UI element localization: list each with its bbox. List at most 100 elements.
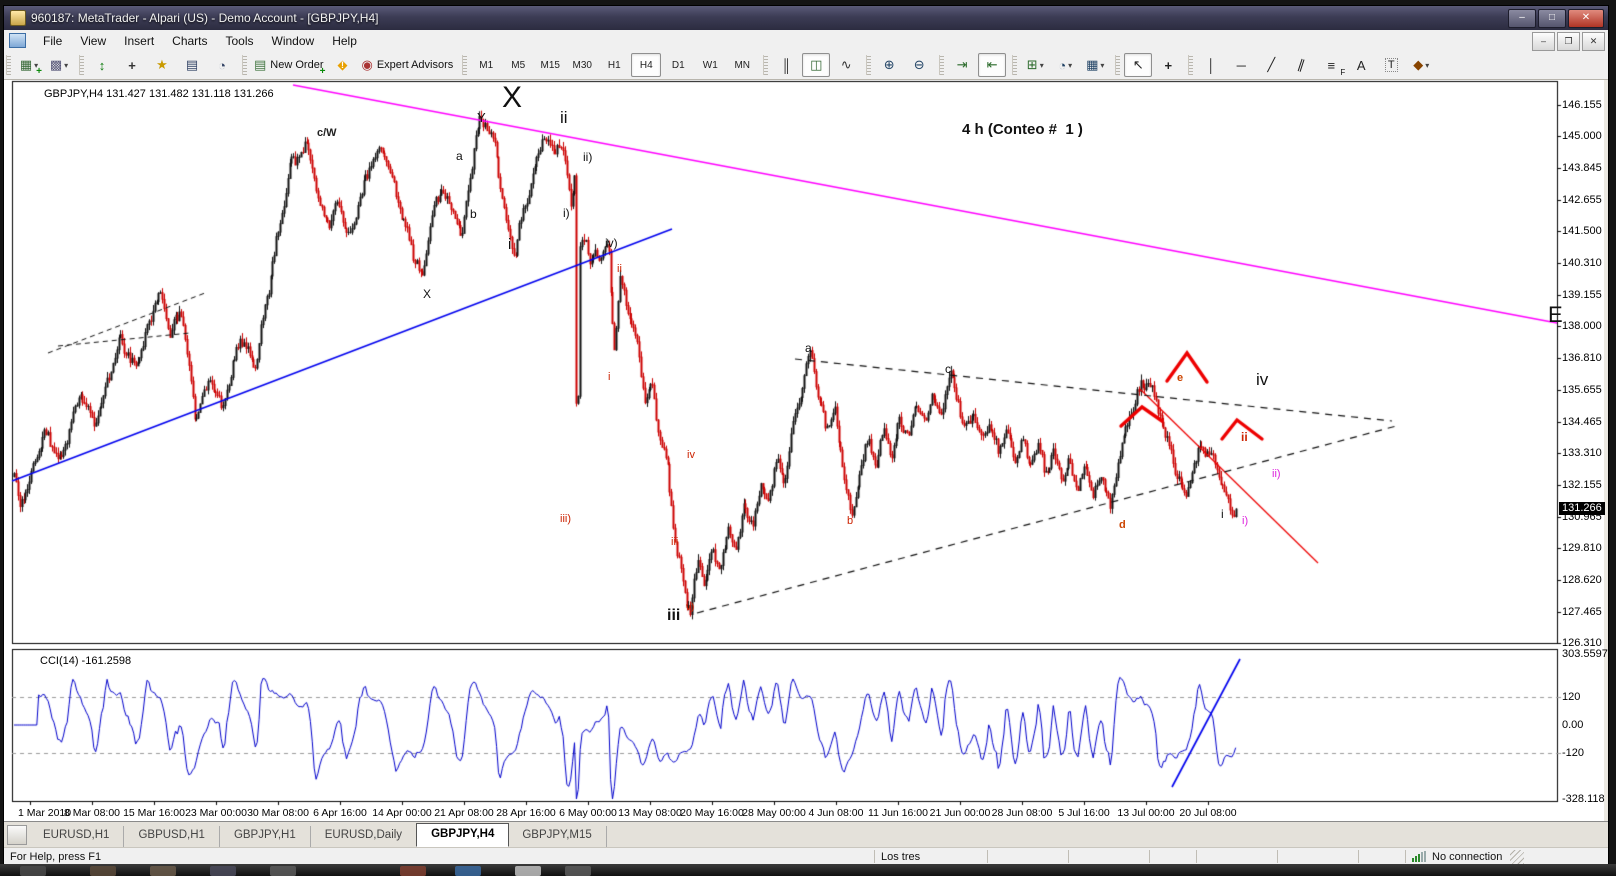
time-axis-label: 5 Jul 16:00 <box>1058 807 1110 819</box>
menu-item-file[interactable]: File <box>34 32 71 50</box>
close-button[interactable]: ✕ <box>1568 9 1604 28</box>
arrow-tools-button[interactable]: ◆ ▾ <box>1407 53 1435 77</box>
timeframe-m1-button[interactable]: M1 <box>471 53 501 77</box>
toolbar-group-grip[interactable] <box>1188 55 1194 75</box>
periods-button[interactable]: ◔ ▾ <box>1051 53 1079 77</box>
taskbar-item[interactable] <box>515 866 541 876</box>
menu-item-view[interactable]: View <box>71 32 115 50</box>
equidistant-channel-button[interactable]: ∥ <box>1287 53 1315 77</box>
horizontal-line-button[interactable]: ─ <box>1227 53 1255 77</box>
child-restore-button[interactable]: ❐ <box>1557 32 1580 51</box>
new-chart-button[interactable]: ▦ + ▾ <box>15 53 43 77</box>
price-chart-canvas[interactable] <box>4 80 1604 821</box>
toolbar-group-grip[interactable] <box>939 55 945 75</box>
menu-item-insert[interactable]: Insert <box>115 32 163 50</box>
vertical-line-button[interactable]: │ <box>1197 53 1225 77</box>
market-watch-button[interactable]: ↕ <box>88 53 116 77</box>
child-minimize-button[interactable]: – <box>1532 32 1555 51</box>
timeframe-h1-button[interactable]: H1 <box>599 53 629 77</box>
toolbar-group-grip[interactable] <box>763 55 769 75</box>
taskbar-item[interactable] <box>565 866 591 876</box>
plus-badge-icon: + <box>36 66 42 77</box>
line-chart-button[interactable]: ∿ <box>832 53 860 77</box>
expert-advisors-button[interactable]: ◉ Expert Advisors <box>358 53 456 77</box>
wave-label: i <box>608 371 611 383</box>
strategy-tester-button[interactable]: ◔ <box>208 53 236 77</box>
toolbar-group-grip[interactable] <box>866 55 872 75</box>
navigator-button[interactable]: ★ <box>148 53 176 77</box>
tab-gbpjpyh4[interactable]: GBPJPY,H4 <box>416 823 510 847</box>
timeframe-d1-button[interactable]: D1 <box>663 53 693 77</box>
expert-advisors-icon: ◉ <box>361 57 373 72</box>
candlestick-chart-button[interactable]: ◫ <box>802 53 831 77</box>
cursor-button[interactable]: ↖ <box>1124 53 1153 77</box>
status-help-text: For Help, press F1 <box>10 850 102 863</box>
resize-grip[interactable] <box>1510 849 1525 864</box>
toolbar-group-grip[interactable] <box>462 55 468 75</box>
tab-gbpjpym15[interactable]: GBPJPY,M15 <box>508 826 607 847</box>
toolbar-group-grip[interactable] <box>1115 55 1121 75</box>
channel-icon: ∥ <box>1295 56 1307 73</box>
timeframe-m30-button[interactable]: M30 <box>567 53 597 77</box>
price-axis-label: 145.000 <box>1562 130 1602 143</box>
exclamation-badge-icon: ! <box>340 60 344 70</box>
timeframe-m15-button[interactable]: M15 <box>535 53 565 77</box>
terminal-button[interactable]: ▤ <box>178 53 206 77</box>
toolbar-group-grip[interactable] <box>242 55 247 75</box>
taskbar-item[interactable] <box>270 866 296 876</box>
templates-button[interactable]: ▦ ▾ <box>1081 53 1109 77</box>
data-window-button[interactable]: + <box>118 53 146 77</box>
menu-item-tools[interactable]: Tools <box>217 32 263 50</box>
title-bar[interactable]: 960187: MetaTrader - Alpari (US) - Demo … <box>4 6 1608 30</box>
tab-eurusdh1[interactable]: EURUSD,H1 <box>29 826 125 847</box>
taskbar-item[interactable] <box>210 866 236 876</box>
bar-chart-button[interactable]: ║ <box>772 53 800 77</box>
wave-label: 4 h (Conteo # 1 ) <box>962 121 1083 138</box>
minimize-button[interactable]: – <box>1508 9 1536 28</box>
timeframe-h4-button[interactable]: H4 <box>631 53 662 77</box>
child-close-button[interactable]: ✕ <box>1582 32 1605 51</box>
chart-shift-button[interactable]: ⇤ <box>978 53 1007 77</box>
price-axis-label: 134.465 <box>1562 415 1602 428</box>
tab-eurusddaily[interactable]: EURUSD,Daily <box>311 826 418 847</box>
timeframe-mn-button[interactable]: MN <box>727 53 757 77</box>
taskbar-item[interactable] <box>150 866 176 876</box>
tab-gbpjpyh1[interactable]: GBPJPY,H1 <box>220 826 311 847</box>
toolbar-group-grip[interactable] <box>1012 55 1018 75</box>
taskbar-item[interactable] <box>20 866 46 876</box>
chevron-down-icon: ▾ <box>1068 60 1073 70</box>
timeframe-w1-button[interactable]: W1 <box>695 53 725 77</box>
maximize-button[interactable]: □ <box>1538 9 1566 28</box>
auto-scroll-button[interactable]: ⇥ <box>948 53 976 77</box>
wave-label: iii) <box>560 513 571 525</box>
text-button[interactable]: A <box>1347 53 1375 77</box>
indicators-button[interactable]: ⊞ ▾ <box>1021 53 1049 77</box>
tab-scroll-button[interactable] <box>7 825 27 845</box>
toolbar-group-grip[interactable] <box>79 55 84 75</box>
metaeditor-button[interactable]: ◆! <box>328 53 356 77</box>
plus-badge-icon: + <box>319 66 326 77</box>
new-order-button[interactable]: ▤ + New Order <box>251 53 326 77</box>
profiles-button[interactable]: ▩ ▾ <box>45 53 73 77</box>
trendline-button[interactable]: ╱ <box>1257 53 1285 77</box>
menu-item-help[interactable]: Help <box>323 32 366 50</box>
timeframe-m5-button[interactable]: M5 <box>503 53 533 77</box>
menu-item-window[interactable]: Window <box>263 32 324 50</box>
toolbar-group-grip[interactable] <box>6 55 11 75</box>
text-label-button[interactable]: T <box>1377 53 1405 77</box>
auto-scroll-icon: ⇥ <box>956 57 968 72</box>
taskbar-item[interactable] <box>90 866 116 876</box>
time-axis-label: 28 Jun 08:00 <box>991 807 1053 819</box>
time-axis-label: 14 Apr 00:00 <box>372 807 432 819</box>
wave-label: i <box>1221 507 1224 521</box>
zoom-in-button[interactable]: ⊕ <box>875 53 903 77</box>
tab-gbpusdh1[interactable]: GBPUSD,H1 <box>124 826 220 847</box>
menu-item-charts[interactable]: Charts <box>163 32 216 50</box>
crosshair-button[interactable]: + <box>1154 53 1182 77</box>
cci-indicator-label: CCI(14) -161.2598 <box>40 655 132 667</box>
taskbar-item[interactable] <box>455 866 481 876</box>
wave-label: iii <box>671 536 679 548</box>
zoom-out-button[interactable]: ⊖ <box>905 53 933 77</box>
fibonacci-button[interactable]: ≡ F <box>1317 53 1345 78</box>
taskbar-item[interactable] <box>400 866 426 876</box>
